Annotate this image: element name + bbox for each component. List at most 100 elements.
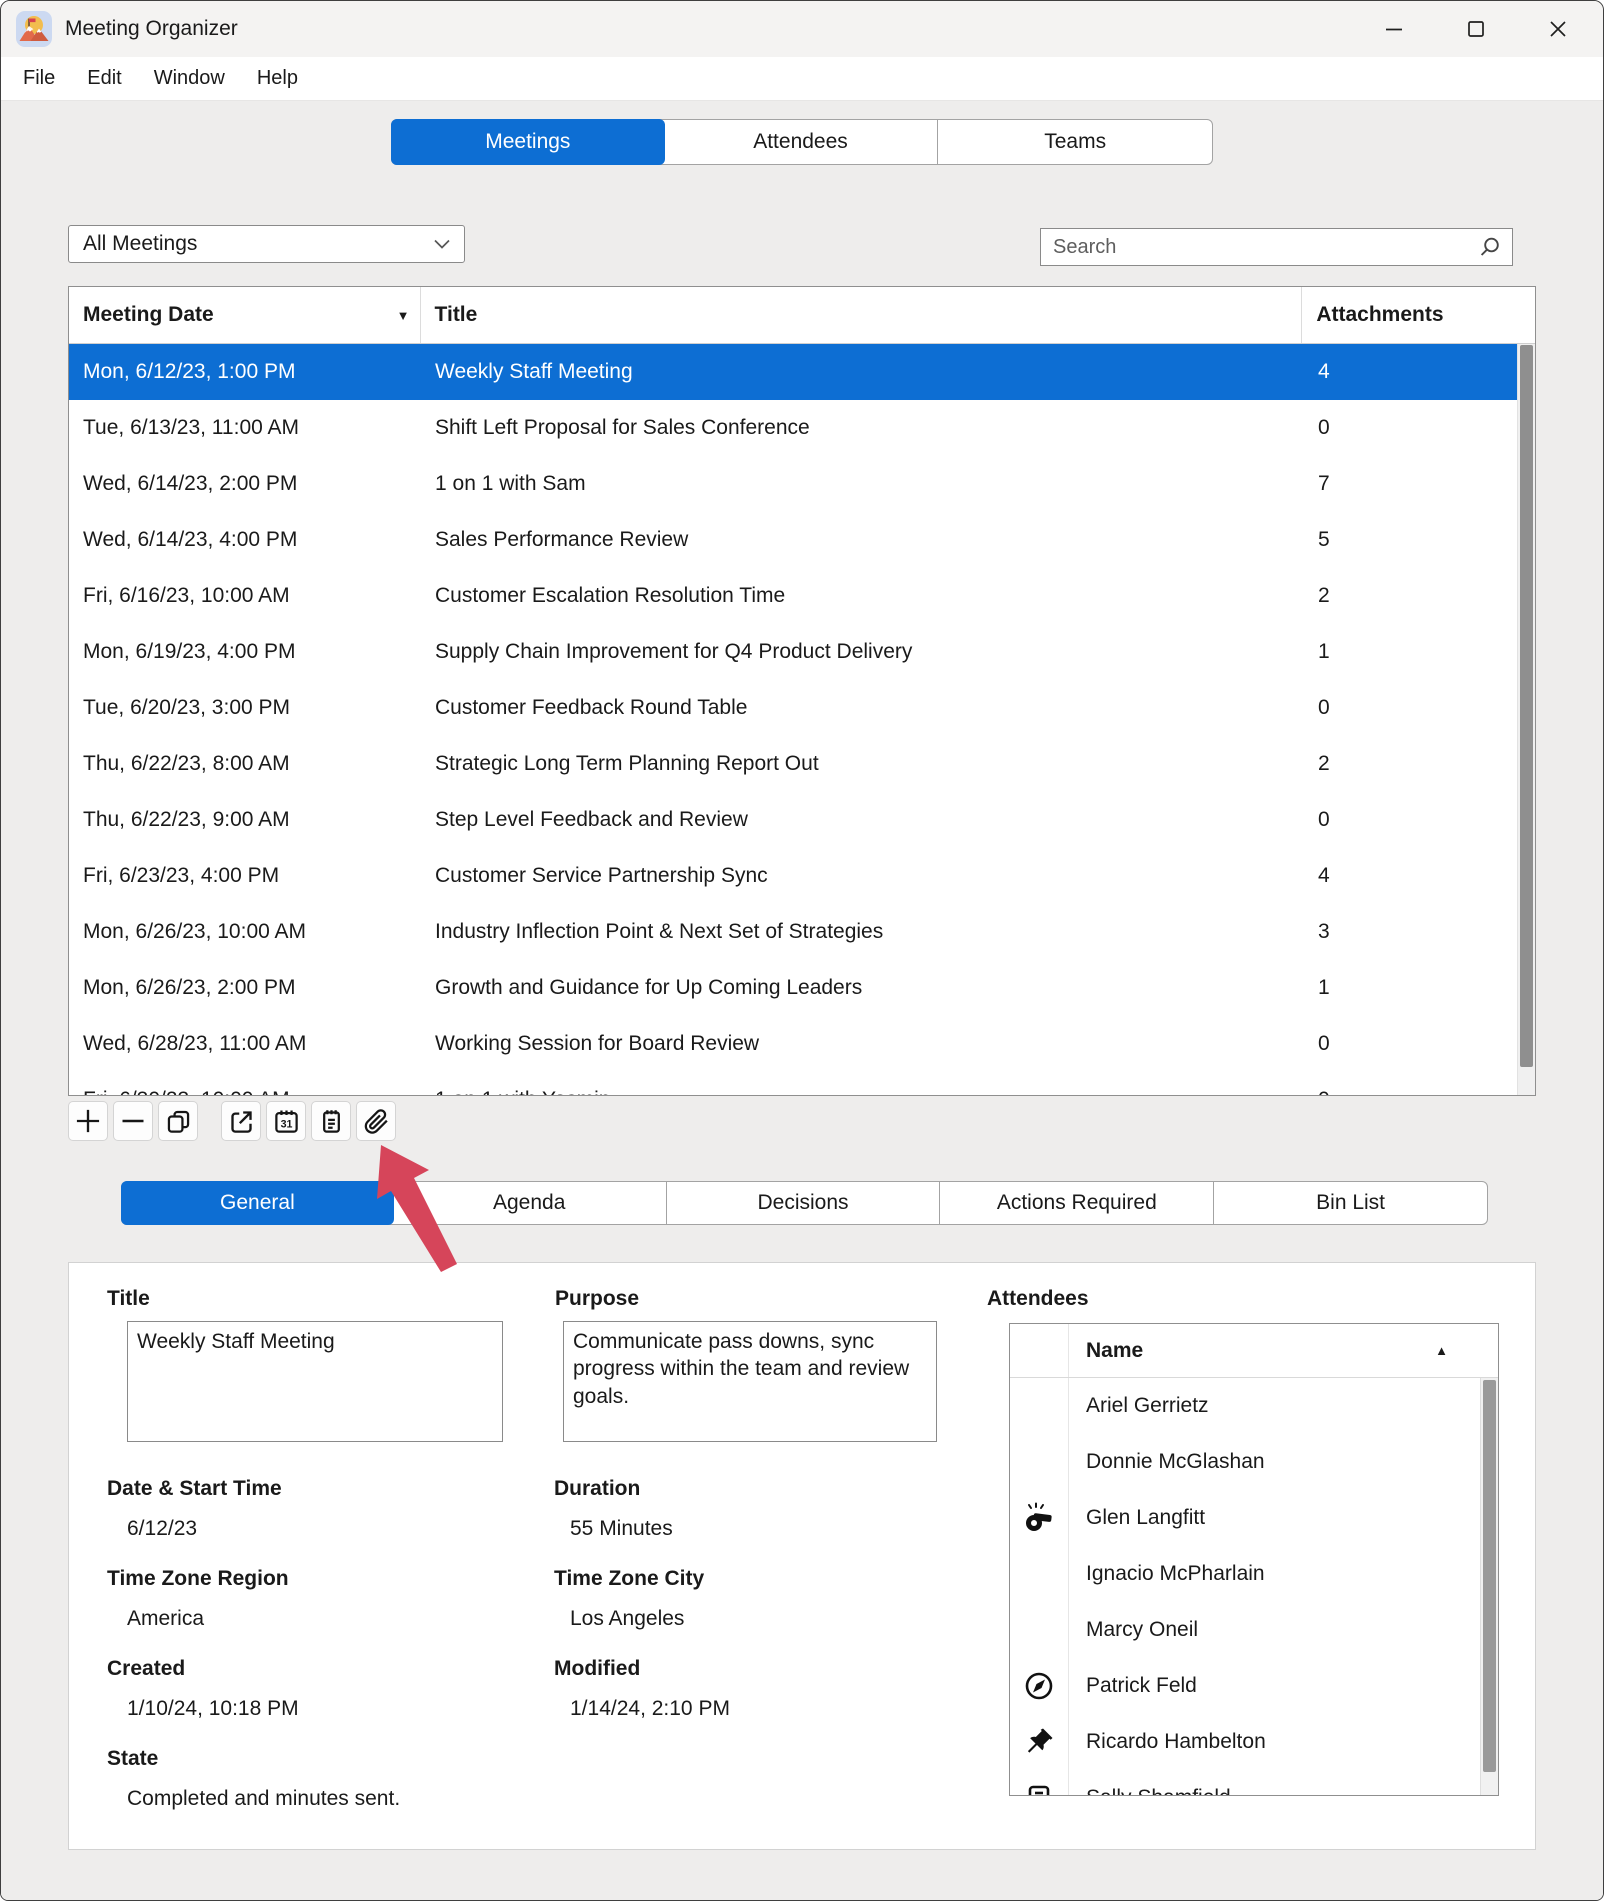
svg-text:31: 31	[280, 1118, 292, 1130]
attendees-column-name: Name	[1010, 1339, 1143, 1363]
tz-city-label: Time Zone City	[554, 1567, 704, 1590]
table-scrollbar[interactable]	[1517, 344, 1535, 1096]
menu-bar: File Edit Window Help	[1, 57, 1603, 101]
attendees-header[interactable]: Name ▲	[1010, 1324, 1498, 1378]
app-logo-icon	[15, 10, 53, 48]
table-row[interactable]: Fri, 6/16/23, 10:00 AMCustomer Escalatio…	[69, 568, 1535, 624]
tab-attendees[interactable]: Attendees	[664, 120, 938, 164]
purpose-field-label: Purpose	[555, 1287, 639, 1310]
duration-value: 55 Minutes	[570, 1517, 673, 1540]
menu-edit[interactable]: Edit	[71, 61, 137, 96]
attendees-scrollbar-thumb[interactable]	[1483, 1380, 1496, 1772]
menu-window[interactable]: Window	[138, 61, 241, 96]
table-row[interactable]: Mon, 6/26/23, 10:00 AMIndustry Inflectio…	[69, 904, 1535, 960]
menu-file[interactable]: File	[7, 61, 71, 96]
table-body: Mon, 6/12/23, 1:00 PMWeekly Staff Meetin…	[69, 344, 1535, 1096]
title-field[interactable]: Weekly Staff Meeting	[127, 1321, 503, 1442]
table-scrollbar-thumb[interactable]	[1520, 345, 1533, 1067]
date-start-label: Date & Start Time	[107, 1477, 282, 1500]
close-icon	[1546, 17, 1570, 41]
date-start-value: 6/12/23	[127, 1517, 197, 1540]
modified-label: Modified	[554, 1657, 640, 1680]
attendees-label: Attendees	[987, 1287, 1089, 1310]
meetings-filter-dropdown[interactable]: All Meetings	[68, 225, 465, 263]
title-field-label: Title	[107, 1287, 150, 1310]
attendees-rows: Ariel Gerrietz Donnie McGlashan Glen Lan…	[1010, 1378, 1498, 1796]
column-header-meeting-date[interactable]: Meeting Date ▼	[69, 287, 421, 343]
chevron-down-icon	[434, 239, 450, 249]
tz-city-value: Los Angeles	[570, 1607, 684, 1630]
main-tab-bar: Meetings Attendees Teams	[391, 119, 1213, 165]
column-header-title[interactable]: Title	[421, 287, 1303, 343]
table-row[interactable]: Wed, 6/14/23, 2:00 PM1 on 1 with Sam7	[69, 456, 1535, 512]
table-row[interactable]: Fri, 6/23/23, 4:00 PMCustomer Service Pa…	[69, 848, 1535, 904]
state-value: Completed and minutes sent.	[127, 1787, 400, 1810]
column-header-attachments[interactable]: Attachments	[1302, 287, 1517, 343]
minus-icon	[119, 1107, 147, 1135]
table-row[interactable]: Mon, 6/26/23, 2:00 PMGrowth and Guidance…	[69, 960, 1535, 1016]
title-bar: Meeting Organizer	[1, 1, 1603, 57]
table-row[interactable]: Thu, 6/22/23, 9:00 AMStep Level Feedback…	[69, 792, 1535, 848]
attendee-row[interactable]: Sally Shamfield	[1010, 1770, 1498, 1796]
tz-region-label: Time Zone Region	[107, 1567, 289, 1590]
attendee-row[interactable]: Marcy Oneil	[1010, 1602, 1498, 1658]
maximize-icon	[1464, 17, 1488, 41]
paperclip-icon	[363, 1108, 390, 1135]
sort-descending-icon: ▼	[397, 308, 410, 323]
attendee-row[interactable]: Ignacio McPharlain	[1010, 1546, 1498, 1602]
table-row[interactable]: Fri, 6/30/23, 10:00 AM1 on 1 with Yasmin…	[69, 1072, 1535, 1096]
table-row[interactable]: Mon, 6/19/23, 4:00 PMSupply Chain Improv…	[69, 624, 1535, 680]
record-toolbar: 31	[68, 1101, 396, 1141]
attendee-row[interactable]: Patrick Feld	[1010, 1658, 1498, 1714]
search-box	[1040, 228, 1513, 266]
duplicate-button[interactable]	[158, 1101, 198, 1141]
state-label: State	[107, 1747, 158, 1770]
remove-button[interactable]	[113, 1101, 153, 1141]
minimize-button[interactable]	[1379, 14, 1409, 44]
tab-agenda[interactable]: Agenda	[393, 1182, 666, 1224]
created-label: Created	[107, 1657, 185, 1680]
table-row[interactable]: Tue, 6/20/23, 3:00 PMCustomer Feedback R…	[69, 680, 1535, 736]
copy-icon	[165, 1108, 192, 1135]
notepad-icon	[318, 1108, 345, 1135]
whistle-icon	[1023, 1502, 1055, 1534]
maximize-button[interactable]	[1461, 14, 1491, 44]
tab-bin-list[interactable]: Bin List	[1213, 1182, 1487, 1224]
main-content: Meetings Attendees Teams All Meetings Me…	[1, 101, 1603, 1901]
attendee-row[interactable]: Glen Langfitt	[1010, 1490, 1498, 1546]
calendar-button[interactable]: 31	[266, 1101, 306, 1141]
table-row[interactable]: Mon, 6/12/23, 1:00 PMWeekly Staff Meetin…	[69, 344, 1535, 400]
notes-button[interactable]	[311, 1101, 351, 1141]
pushpin-icon	[1023, 1726, 1055, 1758]
open-external-button[interactable]	[221, 1101, 261, 1141]
calendar-31-icon: 31	[273, 1108, 300, 1135]
compass-icon	[1023, 1670, 1055, 1702]
menu-help[interactable]: Help	[241, 61, 314, 96]
attendees-scrollbar[interactable]	[1480, 1378, 1498, 1795]
detail-tab-bar: General Agenda Decisions Actions Require…	[121, 1181, 1488, 1225]
table-row[interactable]: Tue, 6/13/23, 11:00 AMShift Left Proposa…	[69, 400, 1535, 456]
attendee-row[interactable]: Ariel Gerrietz	[1010, 1378, 1498, 1434]
sort-ascending-icon: ▲	[1435, 1343, 1448, 1358]
tab-meetings[interactable]: Meetings	[391, 119, 665, 165]
attendee-row[interactable]: Donnie McGlashan	[1010, 1434, 1498, 1490]
attendees-list: Name ▲ Ariel Gerrietz Donnie McGlashan	[1009, 1323, 1499, 1796]
tab-decisions[interactable]: Decisions	[666, 1182, 940, 1224]
table-row[interactable]: Wed, 6/14/23, 4:00 PMSales Performance R…	[69, 512, 1535, 568]
attachments-button[interactable]	[356, 1101, 396, 1141]
tab-general[interactable]: General	[121, 1181, 394, 1225]
purpose-field[interactable]: Communicate pass downs, sync progress wi…	[563, 1321, 937, 1442]
table-header: Meeting Date ▼ Title Attachments	[69, 287, 1535, 344]
table-row[interactable]: Wed, 6/28/23, 11:00 AMWorking Session fo…	[69, 1016, 1535, 1072]
tab-teams[interactable]: Teams	[937, 120, 1212, 164]
close-button[interactable]	[1543, 14, 1573, 44]
attendee-row[interactable]: Ricardo Hambelton	[1010, 1714, 1498, 1770]
search-input[interactable]	[1041, 236, 1478, 259]
table-row[interactable]: Thu, 6/22/23, 8:00 AMStrategic Long Term…	[69, 736, 1535, 792]
tab-actions-required[interactable]: Actions Required	[939, 1182, 1213, 1224]
search-icon[interactable]	[1478, 235, 1502, 259]
filter-selected-value: All Meetings	[83, 232, 197, 256]
add-button[interactable]	[68, 1101, 108, 1141]
window-title: Meeting Organizer	[65, 17, 238, 41]
app-window: Meeting Organizer File Edit Window Help …	[0, 0, 1604, 1901]
